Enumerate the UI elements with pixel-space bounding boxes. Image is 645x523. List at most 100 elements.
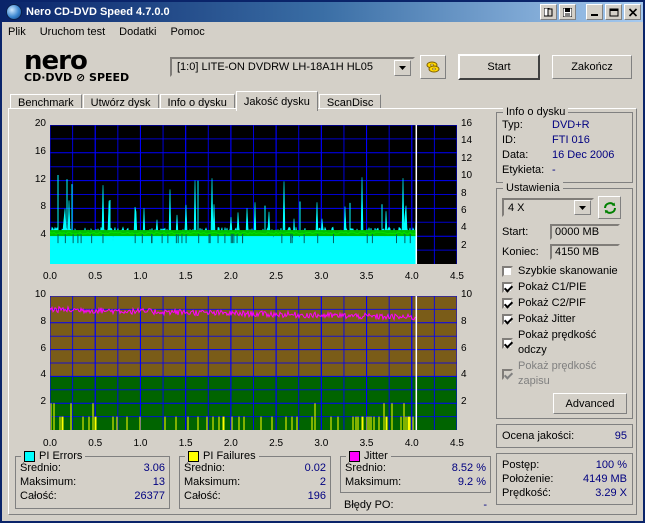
y-tick-label: 2: [40, 396, 46, 408]
advanced-button[interactable]: Advanced: [553, 393, 627, 414]
checkbox-pokaz-c2-pif[interactable]: Pokaż C2/PIF: [502, 296, 627, 311]
y2-tick-label: 4: [461, 369, 467, 381]
checkbox-pokaz-jitter[interactable]: Pokaż Jitter: [502, 312, 627, 327]
x-tick-label: 2.0: [223, 271, 238, 282]
x-tick-label: 0.5: [88, 438, 103, 449]
jitter-stats: Jitter Średnio: 8.52 % Maksimum: 9.2 %: [340, 450, 491, 493]
pi-errors-key-calosc: Całość:: [20, 490, 57, 502]
y-tick-label: 4: [40, 229, 46, 241]
y-tick-label: 16: [34, 145, 46, 157]
pi-errors-color-swatch: [24, 450, 35, 462]
checkbox-szybkie-skanowanie[interactable]: Szybkie skanowanie: [502, 264, 627, 279]
y-tick-label: 10: [34, 289, 46, 300]
checkbox-icon: [502, 368, 513, 380]
x-tick-label: 4.0: [404, 438, 419, 449]
start-label: Start:: [502, 226, 529, 238]
y2-tick-label: 8: [461, 187, 467, 199]
checkbox-label: Szybkie skanowanie: [518, 265, 618, 277]
save-icon[interactable]: [559, 4, 576, 20]
disc-info-group: Info o dysku Typ: DVD+R ID: FTI 016 Data…: [496, 106, 633, 183]
y2-tick-label: 6: [461, 342, 467, 354]
x-tick-label: 3.0: [314, 271, 329, 282]
chevron-down-icon[interactable]: [394, 60, 411, 76]
pi-errors-legend-label: PI Errors: [39, 450, 83, 462]
checkbox-icon: [502, 337, 513, 349]
pi-failures-legend-label: PI Failures: [203, 450, 256, 462]
checkbox-icon: [502, 282, 513, 293]
x-tick-label: 1.0: [133, 271, 148, 282]
checkbox-pokaz-c1-pie[interactable]: Pokaż C1/PIE: [502, 280, 627, 295]
x-tick-label: 1.5: [178, 438, 193, 449]
disc-info-value-id: FTI 016: [552, 134, 590, 146]
quality-score-label: Ocena jakości:: [502, 430, 575, 442]
drive-select[interactable]: [1:0] LITE-ON DVDRW LH-18A1H HL05: [170, 57, 415, 77]
window-title: Nero CD-DVD Speed 4.7.0.0: [26, 6, 170, 18]
x-tick-label: 4.5: [450, 438, 464, 449]
tab-content-jakosc-dysku: 4 8 12 16 20 2 4 6 8 10 12 14 16 0.0 0.5 1.0 1.5 2.0 2.5…: [8, 106, 637, 515]
pi-failures-row-maksimum: Maksimum: 2: [184, 475, 326, 489]
checkbox-pokaz-predkosc-odczytu[interactable]: Pokaż prędkość odczy: [502, 328, 627, 358]
speed-select-value: 4 X: [508, 201, 525, 214]
checkbox-label: Pokaż prędkość odczy: [518, 329, 597, 356]
y2-tick-label: 16: [461, 118, 473, 129]
end-label: Koniec:: [502, 246, 539, 258]
pi-failures-key-srednio: Średnio:: [184, 462, 225, 474]
pi-errors-value-calosc: 26377: [134, 490, 165, 502]
quality-score-row: Ocena jakości: 95: [502, 429, 627, 443]
pi-failures-value-calosc: 196: [307, 490, 326, 502]
y2-tick-label: 10: [461, 289, 473, 300]
menu-item-dodatki[interactable]: Dodatki: [119, 26, 156, 38]
menu-item-pomoc[interactable]: Pomoc: [170, 26, 204, 38]
x-tick-label: 0.0: [43, 438, 57, 449]
pi-failures-value-srednio: 0.02: [304, 462, 326, 474]
po-errors-row: Błędy PO: -: [344, 499, 487, 511]
jitter-value-srednio: 8.52 %: [451, 462, 486, 474]
refresh-button[interactable]: [598, 196, 621, 219]
pi-failures-color-swatch: [188, 450, 199, 462]
y-tick-label: 4: [40, 369, 46, 381]
jitter-value-maksimum: 9.2 %: [457, 476, 486, 488]
pi-failures-plot: [50, 296, 457, 430]
checkbox-icon: [502, 314, 513, 325]
app-disc-icon: [6, 4, 22, 20]
disc-eject-button[interactable]: [420, 55, 446, 79]
disc-info-key-data: Data:: [502, 149, 529, 161]
drive-select-value: [1:0] LITE-ON DVDRW LH-18A1H HL05: [177, 61, 374, 73]
checkbox-icon: [502, 266, 513, 277]
pi-failures-stats-legend: PI Failures: [185, 450, 259, 462]
close-app-button[interactable]: Zakończ: [552, 55, 632, 79]
pi-errors-stats: PI Errors Średnio: 3.06 Maksimum: 13 Cał…: [15, 450, 170, 509]
menu-item-plik[interactable]: Plik: [8, 26, 26, 38]
copy-icon[interactable]: [540, 4, 557, 20]
brand-subtitle: CD·DVD ⊘ SPEED: [24, 71, 130, 84]
end-field[interactable]: 4150 MB: [550, 244, 620, 260]
minimize-button[interactable]: [586, 4, 603, 20]
disc-info-value-data: 16 Dec 2006: [552, 149, 615, 161]
speed-select[interactable]: 4 X: [502, 198, 594, 217]
pi-failures-key-maksimum: Maksimum:: [184, 476, 241, 488]
disc-info-row-id: ID: FTI 016: [502, 133, 627, 148]
jitter-stats-legend: Jitter: [346, 450, 391, 462]
maximize-button[interactable]: [605, 4, 622, 20]
pi-errors-key-maksimum: Maksimum:: [20, 476, 77, 488]
pi-errors-stats-legend: PI Errors: [21, 450, 86, 462]
pi-failures-row-srednio: Średnio: 0.02: [184, 461, 326, 475]
checkbox-label: Pokaż C2/PIF: [518, 297, 586, 309]
pi-errors-x-axis: 0.0 0.5 1.0 1.5 2.0 2.5 3.0 3.5 4.0 4.5: [11, 271, 493, 285]
x-tick-label: 0.0: [43, 271, 57, 282]
close-button[interactable]: [624, 4, 641, 20]
tab-jakosc-dysku[interactable]: Jakość dysku: [235, 91, 318, 111]
start-field[interactable]: 0000 MB: [550, 224, 620, 240]
pi-errors-row-srednio: Średnio: 3.06: [20, 461, 165, 475]
chevron-down-icon[interactable]: [574, 200, 591, 215]
y-tick-label: 6: [40, 342, 46, 354]
x-tick-label: 1.5: [178, 271, 193, 282]
po-errors-label: Błędy PO:: [344, 499, 394, 511]
y-tick-label: 12: [34, 173, 46, 185]
menu-item-uruchom-test[interactable]: Uruchom test: [40, 26, 105, 38]
start-button[interactable]: Start: [458, 54, 540, 80]
x-tick-label: 2.5: [269, 271, 284, 282]
disc-info-row-typ: Typ: DVD+R: [502, 118, 627, 133]
x-tick-label: 2.0: [223, 438, 238, 449]
x-tick-label: 3.5: [359, 438, 374, 449]
